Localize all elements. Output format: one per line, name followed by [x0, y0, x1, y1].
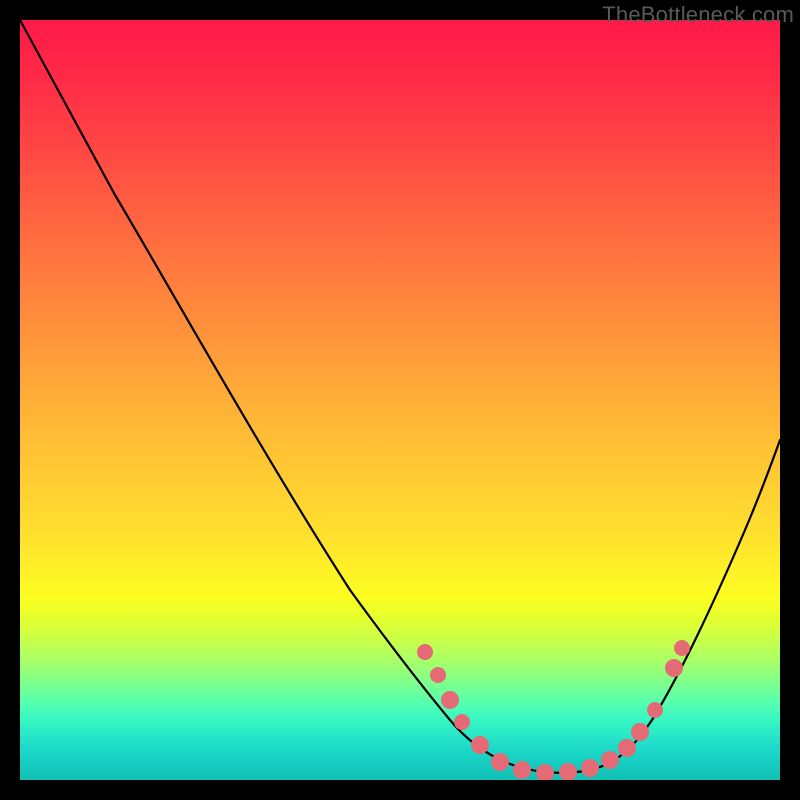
curve-marker-14 — [665, 659, 683, 677]
curve-marker-5 — [491, 753, 509, 771]
bottleneck-curve — [20, 20, 780, 773]
curve-marker-3 — [454, 714, 470, 730]
curve-marker-13 — [647, 702, 663, 718]
curve-marker-1 — [430, 667, 446, 683]
curve-marker-8 — [559, 763, 577, 780]
curve-marker-2 — [441, 691, 459, 709]
curve-marker-7 — [536, 764, 554, 780]
curve-marker-4 — [471, 736, 489, 754]
curve-marker-12 — [631, 723, 649, 741]
curve-marker-15 — [674, 640, 690, 656]
curve-marker-10 — [601, 751, 619, 769]
marker-group — [417, 640, 690, 780]
curve-marker-6 — [513, 761, 531, 779]
curve-marker-11 — [618, 739, 636, 757]
chart-svg — [20, 20, 780, 780]
curve-marker-0 — [417, 644, 433, 660]
curve-marker-9 — [581, 759, 599, 777]
